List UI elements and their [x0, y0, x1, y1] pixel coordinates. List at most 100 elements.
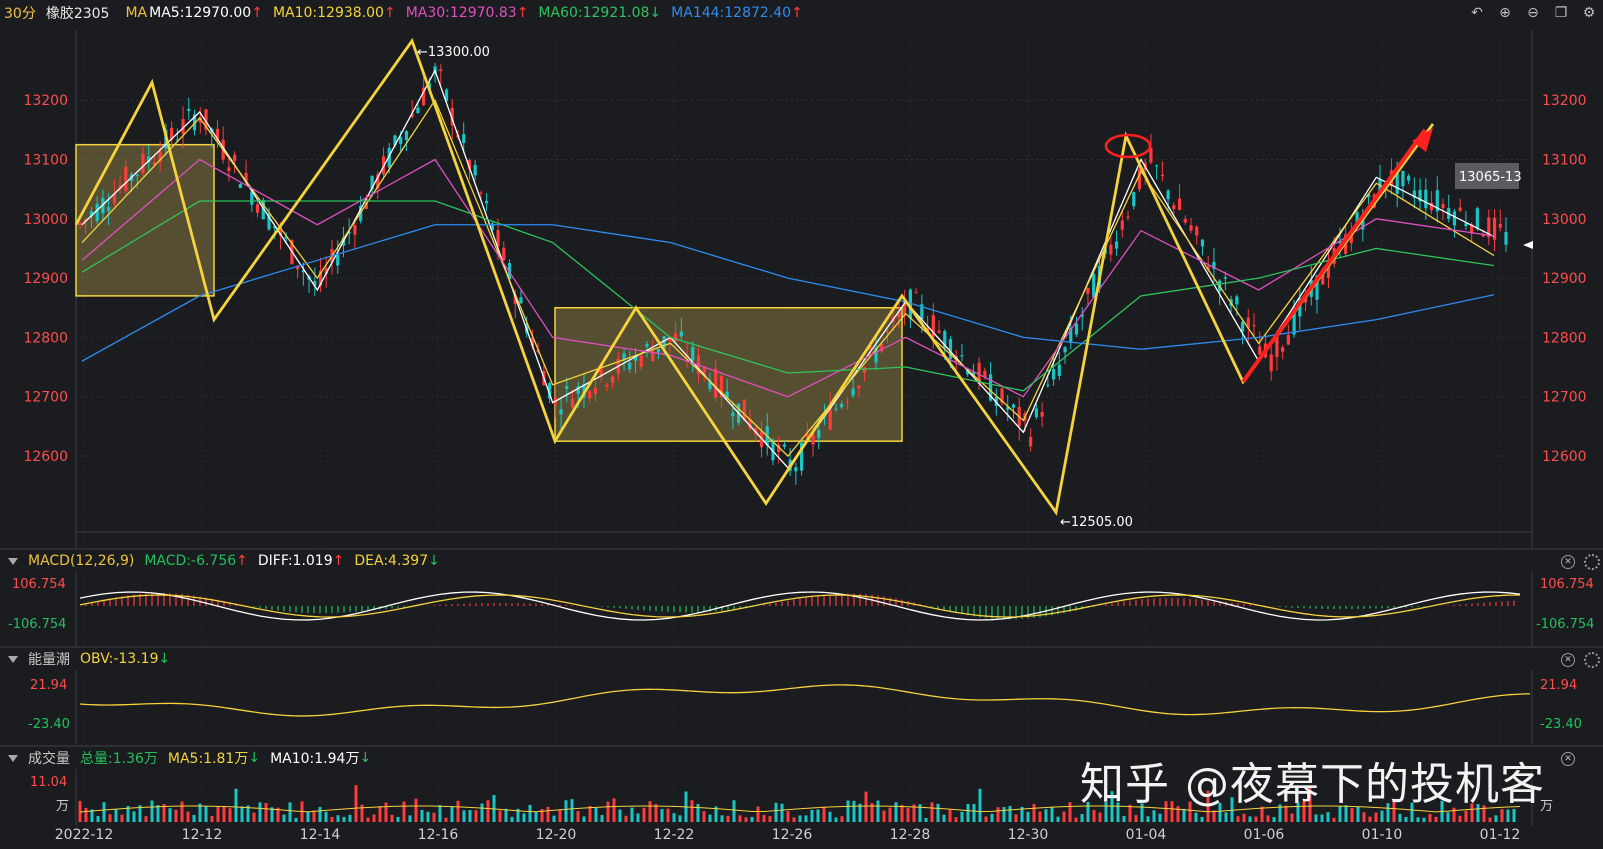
volume-bar [1290, 813, 1294, 822]
candle-body [1240, 321, 1245, 332]
volume-bar [624, 815, 628, 822]
volume-bar [960, 811, 964, 822]
zoom-out-icon[interactable]: ⊖ [1524, 4, 1542, 22]
undo-icon[interactable]: ↶ [1468, 4, 1486, 22]
time-tick: 01-06 [1244, 827, 1285, 843]
time-tick: 12-26 [772, 827, 813, 843]
candle-body [605, 384, 609, 387]
volume-bar [132, 811, 136, 822]
volume-bar [318, 807, 322, 822]
volume-bar [1314, 814, 1318, 822]
volume-bar [510, 816, 514, 822]
candle-body [1223, 277, 1227, 279]
volume-bar [942, 814, 946, 822]
obv-collapse-icon[interactable] [8, 655, 18, 663]
candle-body [473, 164, 477, 176]
volume-bar [144, 816, 148, 822]
volume-collapse-icon[interactable] [8, 754, 18, 762]
volume-bar [864, 791, 868, 822]
candle-body [840, 403, 844, 408]
period-label[interactable]: 30分 [4, 3, 36, 23]
volume-bar [780, 803, 784, 822]
chart-svg: 12600 12600 12700 12700 12800 12800 12900 12900… [8, 30, 1594, 843]
candle-body [1114, 241, 1119, 249]
macd-top-right: 106.754 [1540, 577, 1594, 592]
volume-bar [1404, 816, 1408, 822]
candle-body [1252, 325, 1256, 327]
volume-bar [1002, 806, 1006, 822]
volume-bar [294, 817, 298, 822]
candle-body [416, 107, 420, 114]
volume-close-icon[interactable]: ✕ [1561, 752, 1575, 766]
volume-bar [1032, 803, 1036, 822]
candle-body [1286, 334, 1290, 345]
macd-settings-icon[interactable] [1584, 554, 1600, 570]
candle-body [565, 386, 569, 389]
candle-body [227, 167, 231, 172]
macd-close-icon[interactable]: ✕ [1561, 555, 1575, 569]
candle-body [336, 254, 340, 266]
obv-line [79, 684, 1531, 717]
zoom-in-icon[interactable]: ⊕ [1496, 4, 1514, 22]
candle-body [845, 401, 850, 403]
volume-total: 总量:1.36万 [80, 751, 158, 767]
candle-body [1498, 223, 1502, 228]
candle-body [1126, 216, 1130, 218]
candle-body [559, 409, 563, 415]
candle-body [124, 166, 128, 192]
right-price-tick: 13100 [1542, 153, 1587, 169]
volume-bar [708, 814, 712, 822]
volume-bar [174, 809, 178, 822]
volume-bar [1062, 811, 1066, 822]
volume-bar [882, 810, 886, 822]
volume-bar [426, 811, 430, 822]
window-icon[interactable]: ❐ [1552, 4, 1570, 22]
volume-bar [342, 816, 346, 822]
volume-bar [192, 814, 196, 822]
volume-bar [1014, 814, 1018, 822]
volume-bar [402, 801, 406, 822]
volume-bar [1008, 805, 1012, 822]
volume-bar [1242, 813, 1246, 822]
volume-bar [738, 815, 742, 822]
left-price-tick: 12600 [23, 449, 68, 465]
volume-bar [690, 800, 694, 822]
candle-body [1063, 347, 1067, 353]
volume-bar [282, 814, 286, 822]
ma144-up-arrow-icon: ↑ [791, 5, 803, 21]
candle-body [1029, 436, 1033, 447]
candle-body [714, 368, 718, 398]
volume-bar [1398, 813, 1402, 822]
volume-bar [720, 815, 724, 822]
settings-gear-icon[interactable]: ⚙ [1580, 4, 1598, 22]
volume-bar [762, 814, 766, 822]
ma60-down-arrow-icon: ↓ [649, 5, 662, 21]
volume-bar [576, 811, 580, 822]
volume-bar [1098, 812, 1102, 822]
ma30-up-arrow-icon: ↑ [516, 5, 529, 21]
time-tick: 2022-12 [55, 827, 114, 843]
right-price-tick: 12800 [1542, 330, 1587, 346]
candle-body [1401, 170, 1405, 187]
volume-bar [1368, 816, 1372, 822]
volume-bar [1056, 816, 1060, 822]
volume-bar [372, 814, 376, 822]
obv-bottom-left: -23.40 [28, 717, 70, 732]
volume-bar [660, 809, 664, 822]
obv-close-icon[interactable]: ✕ [1561, 653, 1575, 667]
candle-body [141, 153, 145, 173]
candle-body [691, 346, 695, 361]
volume-bar [564, 800, 568, 822]
volume-bar [948, 809, 952, 822]
obv-settings-icon[interactable] [1584, 652, 1600, 668]
volume-bar [732, 800, 736, 822]
candle-body [1160, 174, 1164, 177]
symbol-label[interactable]: 橡胶2305 [46, 3, 110, 23]
volume-bar [546, 806, 550, 822]
macd-collapse-icon[interactable] [8, 557, 18, 565]
candle-body [1057, 364, 1061, 376]
volume-bar [642, 807, 646, 822]
candle-body [233, 154, 237, 161]
volume-bar [606, 801, 610, 822]
volume-bar [1446, 812, 1450, 822]
